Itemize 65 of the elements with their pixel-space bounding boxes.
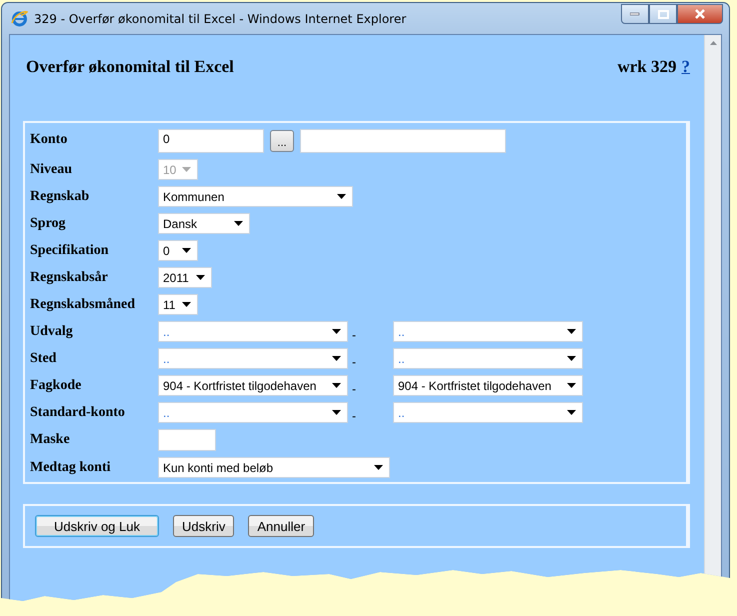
range-separator: - (351, 408, 357, 422)
dialog-title: Overfør økonomital til Excel (26, 57, 234, 77)
caret-icon (182, 167, 191, 172)
caret-icon (182, 248, 191, 253)
field-label: Udvalg (30, 324, 74, 340)
form-code: wrk 329 (617, 57, 676, 77)
caret-icon (332, 329, 341, 334)
dropdown[interactable]: .. (158, 348, 348, 369)
range-separator: - (351, 382, 357, 396)
minimize-button[interactable] (621, 4, 649, 24)
caret-icon (567, 329, 576, 334)
dropdown[interactable]: Kun konti med beløb (158, 457, 390, 478)
caret-icon (332, 383, 341, 388)
dialog-button[interactable]: Annuller (248, 515, 314, 537)
close-icon (694, 9, 706, 19)
field-label: Regnskabsmåned (30, 296, 136, 312)
account-input[interactable]: 0 (158, 129, 264, 153)
minimize-icon (630, 12, 640, 16)
dropdown[interactable]: 2011 (158, 267, 212, 288)
dropdown[interactable]: .. (158, 321, 348, 342)
dialog-button[interactable]: Udskriv (173, 515, 234, 537)
dropdown[interactable]: Kommunen (158, 186, 353, 207)
dropdown[interactable]: .. (393, 402, 583, 423)
field-label: Standard-konto (30, 404, 126, 420)
account-name-input[interactable] (300, 129, 506, 153)
caret-icon (567, 356, 576, 361)
maximize-icon (658, 10, 668, 18)
caret-icon (374, 465, 383, 470)
field-label: Medtag konti (30, 460, 112, 476)
lookup-button[interactable]: ... (270, 130, 294, 152)
dropdown[interactable]: .. (393, 348, 583, 369)
dropdown[interactable]: 904 - Kortfristet tilgodehaven (393, 375, 583, 396)
dropdown[interactable]: 904 - Kortfristet tilgodehaven (158, 375, 348, 396)
caret-icon (332, 410, 341, 415)
browser-logo-icon (11, 10, 28, 27)
dropdown[interactable]: Dansk (158, 213, 250, 234)
caret-icon (196, 275, 205, 280)
caret-icon (567, 383, 576, 388)
maximize-button[interactable] (649, 4, 677, 24)
dropdown[interactable]: .. (393, 321, 583, 342)
dropdown[interactable]: 0 (158, 240, 198, 261)
field-label: Regnskabsår (30, 270, 109, 286)
dialog-button[interactable]: Udskriv og Luk (35, 515, 159, 537)
scroll-up-arrow-icon[interactable] (710, 41, 716, 45)
field-label: Konto (30, 132, 68, 148)
help-link[interactable]: ? (682, 57, 690, 77)
field-label: Sprog (30, 216, 67, 232)
caret-icon (182, 302, 191, 307)
field-label: Niveau (30, 162, 73, 178)
field-label: Specifikation (30, 242, 110, 258)
caret-icon (337, 194, 346, 199)
field-label: Regnskab (30, 188, 90, 204)
field-label: Sted (30, 350, 58, 366)
close-button[interactable] (677, 4, 723, 24)
mask-input[interactable] (158, 429, 216, 451)
field-label: Maske (30, 432, 71, 448)
dropdown[interactable]: 11 (158, 294, 198, 315)
caret-icon (332, 356, 341, 361)
window-title: 329 - Overfør økonomital til Excel - Windows Internet Explorer (34, 12, 408, 26)
dropdown[interactable]: .. (158, 402, 348, 423)
caret-icon (567, 410, 576, 415)
caret-icon (234, 221, 243, 226)
range-separator: - (351, 354, 357, 368)
range-separator: - (351, 328, 357, 342)
field-label: Fagkode (30, 378, 82, 394)
